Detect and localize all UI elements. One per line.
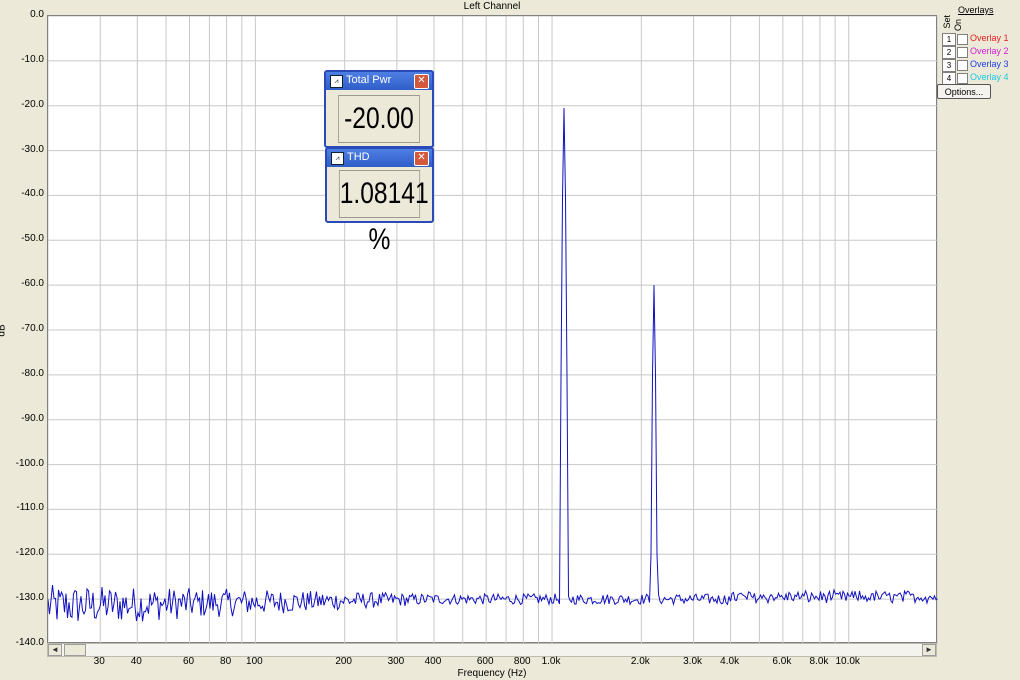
y-tick-label: -30.0 [21,143,44,155]
x-tick-label: 6.0k [772,656,792,667]
y-tick-label: -80.0 [21,367,44,379]
y-tick-label: -120.0 [15,547,44,559]
x-axis-label: Frequency (Hz) [457,668,527,679]
overlay-set-button[interactable]: 1 [942,33,956,46]
on-header: On [953,19,963,32]
meter-value: -20.00 dB [338,95,420,181]
total-power-meter[interactable]: ⩘ Total Pwr ✕ -20.00 dB [324,70,434,181]
x-tick-label: 200 [335,656,352,667]
overlay-label: Overlay 3 [970,59,1009,69]
horizontal-scrollbar[interactable]: ◄ ► [47,643,937,657]
meter-icon: ⩘ [330,75,343,88]
x-tick-label: 600 [476,656,494,667]
overlays-panel: Overlays Set On 1 Overlay 1 2 Overlay 2 3 Ove… [939,0,1020,680]
y-tick-label: -110.0 [16,502,44,514]
y-tick-label: -10.0 [21,53,44,65]
x-tick-label: 60 [182,656,195,667]
meter-title: THD [347,151,370,163]
overlay-label: Overlay 2 [970,46,1009,56]
spectrum-chart [48,16,938,644]
x-tick-label: 10.0k [835,656,860,667]
overlay-checkbox[interactable] [957,34,968,45]
x-tick-label: 40 [130,656,142,667]
close-icon[interactable]: ✕ [414,151,429,166]
overlay-label: Overlay 4 [970,72,1009,82]
y-tick-label: -90.0 [21,412,44,424]
x-tick-label: 300 [387,656,405,667]
y-tick-label: -140.0 [15,637,44,648]
y-tick-label: -20.0 [21,98,44,110]
scroll-right-icon[interactable]: ► [922,644,936,656]
overlay-label: Overlay 1 [970,33,1009,43]
y-tick-label: -40.0 [21,188,44,200]
overlay-checkbox[interactable] [957,73,968,84]
chart-title: Left Channel [463,1,521,12]
meter-titlebar[interactable]: ⩘ Total Pwr ✕ [326,72,432,90]
scroll-thumb[interactable] [64,644,86,656]
x-tick-label: 30 [93,656,105,667]
thd-meter[interactable]: ⩘ THD ✕ 1.08141 % [325,147,434,256]
set-header: Set [942,15,952,29]
spectrum-plot[interactable] [47,15,938,644]
meter-icon: ⩘ [331,152,344,165]
x-tick-label: 2.0k [630,656,650,667]
meter-value: 1.08141 % [338,170,429,256]
x-tick-label: 3.0k [683,656,703,667]
overlay-set-button[interactable]: 3 [942,59,956,72]
overlay-checkbox[interactable] [957,47,968,58]
close-icon[interactable]: ✕ [414,74,429,89]
x-tick-label: 8.0k [809,656,829,667]
audio-analyzer-window: Left Channel 0.0 -10.0 -20.0 -30.0 -40.0 -50.… [0,0,1020,680]
x-tick-label: 800 [513,656,531,667]
y-tick-label: -60.0 [21,278,44,290]
x-tick-label: 80 [220,656,232,667]
spectrum-series-line [48,107,938,622]
y-tick-label: -50.0 [21,233,44,245]
scroll-left-icon[interactable]: ◄ [48,644,62,656]
x-tick-label: 4.0k [720,656,740,667]
y-axis-label: dB [0,324,8,337]
x-tick-label: 100 [246,656,263,667]
options-button[interactable]: Options... [937,84,991,99]
y-tick-label: -100.0 [15,457,44,469]
x-tick-label: 1.0k [541,656,561,667]
overlay-set-button[interactable]: 2 [942,46,956,59]
y-tick-label: 0.0 [30,9,44,20]
x-tick-label: 400 [424,656,442,667]
overlay-checkbox[interactable] [957,60,968,71]
overlays-title: Overlays [958,5,994,15]
meter-title: Total Pwr [346,74,392,86]
y-tick-label: -130.0 [15,592,44,604]
meter-titlebar[interactable]: ⩘ THD ✕ [327,149,432,167]
